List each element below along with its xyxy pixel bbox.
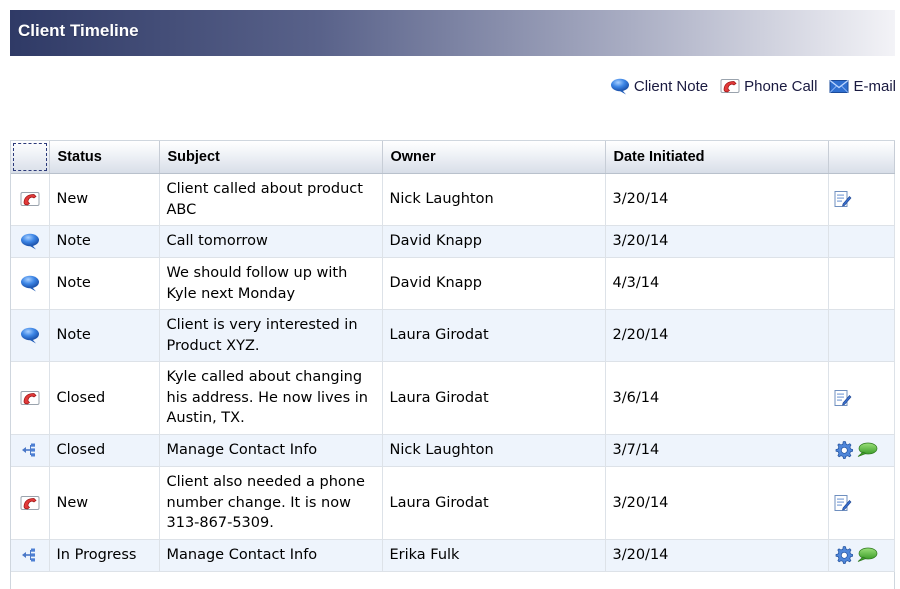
edit-icon[interactable] <box>834 389 852 407</box>
row-type-cell <box>11 361 50 435</box>
client-note-icon <box>20 327 40 344</box>
row-type-cell <box>11 466 50 540</box>
table-row[interactable]: Closed Kyle called about changing his add… <box>11 361 895 435</box>
date-initiated-cell: 4/3/14 <box>605 257 829 310</box>
row-actions-cell <box>828 361 895 435</box>
owner-cell: Laura Girodat <box>382 466 606 540</box>
subject-cell: Client is very interested in Product XYZ… <box>159 309 383 362</box>
owner-cell: Erika Fulk <box>382 539 606 572</box>
status-cell: Note <box>49 257 160 310</box>
column-header-actions <box>828 141 895 174</box>
row-actions-cell <box>828 539 895 572</box>
owner-cell: Laura Girodat <box>382 309 606 362</box>
owner-cell: Laura Girodat <box>382 361 606 435</box>
header-bar: Client Timeline <box>10 10 895 56</box>
legend-item: E-mail <box>829 77 896 95</box>
comment-icon[interactable] <box>856 547 878 563</box>
status-cell: Closed <box>49 434 160 467</box>
owner-cell: Nick Laughton <box>382 173 606 226</box>
date-initiated-cell: 3/20/14 <box>605 225 829 258</box>
subject-cell: We should follow up with Kyle next Monda… <box>159 257 383 310</box>
date-initiated-cell: 3/20/14 <box>605 173 829 226</box>
column-header-owner[interactable]: Owner <box>382 141 606 174</box>
row-type-cell <box>11 225 50 258</box>
row-actions-cell <box>828 309 895 362</box>
client-note-icon <box>20 233 40 250</box>
status-cell: Note <box>49 309 160 362</box>
row-type-cell <box>11 539 50 572</box>
row-actions-cell <box>828 434 895 467</box>
edit-icon[interactable] <box>834 494 852 512</box>
column-header-status[interactable]: Status <box>49 141 160 174</box>
workflow-icon <box>20 547 40 563</box>
row-actions-cell <box>828 257 895 310</box>
status-cell: New <box>49 173 160 226</box>
owner-cell: David Knapp <box>382 257 606 310</box>
column-header-subject[interactable]: Subject <box>159 141 383 174</box>
row-actions-cell <box>828 466 895 540</box>
table-row[interactable]: Note Client is very interested in Product… <box>11 309 895 362</box>
phone-call-icon <box>20 390 40 406</box>
table-header-row: Status Subject Owner Date Initiated <box>11 141 895 174</box>
legend-label: E-mail <box>853 77 896 95</box>
legend-item: Client Note <box>610 77 708 95</box>
status-cell: Note <box>49 225 160 258</box>
owner-cell: David Knapp <box>382 225 606 258</box>
client-note-icon <box>610 77 630 95</box>
status-cell: In Progress <box>49 539 160 572</box>
phone-call-icon <box>720 77 740 95</box>
subject-cell: Client called about product ABC <box>159 173 383 226</box>
subject-cell: Kyle called about changing his address. … <box>159 361 383 435</box>
date-initiated-cell: 3/6/14 <box>605 361 829 435</box>
email-icon <box>829 77 849 95</box>
status-cell: Closed <box>49 361 160 435</box>
column-header-date-initiated[interactable]: Date Initiated <box>605 141 829 174</box>
subject-cell: Client also needed a phone number change… <box>159 466 383 540</box>
workflow-icon <box>20 442 40 458</box>
legend-label: Client Note <box>633 77 709 95</box>
phone-call-icon <box>20 191 40 207</box>
subject-cell: Manage Contact Info <box>159 434 383 467</box>
legend-item: Phone Call <box>720 77 817 95</box>
comment-icon[interactable] <box>856 442 878 458</box>
select-column-header[interactable] <box>11 141 50 174</box>
row-actions-cell <box>828 225 895 258</box>
status-cell: New <box>49 466 160 540</box>
row-type-cell <box>11 173 50 226</box>
gear-icon[interactable] <box>834 545 854 565</box>
row-type-cell <box>11 434 50 467</box>
row-type-cell <box>11 309 50 362</box>
client-note-icon <box>20 275 40 292</box>
gear-icon[interactable] <box>834 440 854 460</box>
date-initiated-cell: 3/7/14 <box>605 434 829 467</box>
subject-cell: Call tomorrow <box>159 225 383 258</box>
table-row[interactable]: Note We should follow up with Kyle next M… <box>11 257 895 310</box>
table-row[interactable]: Note Call tomorrow David Knapp 3/20/14 <box>11 225 895 258</box>
date-initiated-cell: 3/20/14 <box>605 539 829 572</box>
table-row[interactable]: New Client also needed a phone number cha… <box>11 466 895 540</box>
table-row[interactable]: Closed Manage Contact Info Nick Laughton 3/… <box>11 434 895 467</box>
date-initiated-cell: 3/20/14 <box>605 466 829 540</box>
subject-cell: Manage Contact Info <box>159 539 383 572</box>
legend-label: Phone Call <box>744 77 818 95</box>
phone-call-icon <box>20 495 40 511</box>
timeline-table: Status Subject Owner Date Initiated New C… <box>10 140 895 589</box>
table-row[interactable]: New Client called about product ABC Nick L… <box>11 173 895 226</box>
legend: Client Note Phone Call E-mail <box>610 76 896 96</box>
date-initiated-cell: 2/20/14 <box>605 309 829 362</box>
owner-cell: Nick Laughton <box>382 434 606 467</box>
edit-icon[interactable] <box>834 190 852 208</box>
page-title: Client Timeline <box>18 21 139 40</box>
row-actions-cell <box>828 173 895 226</box>
table-row[interactable]: In Progress Manage Contact Info Erika Fulk… <box>11 539 895 572</box>
row-type-cell <box>11 257 50 310</box>
